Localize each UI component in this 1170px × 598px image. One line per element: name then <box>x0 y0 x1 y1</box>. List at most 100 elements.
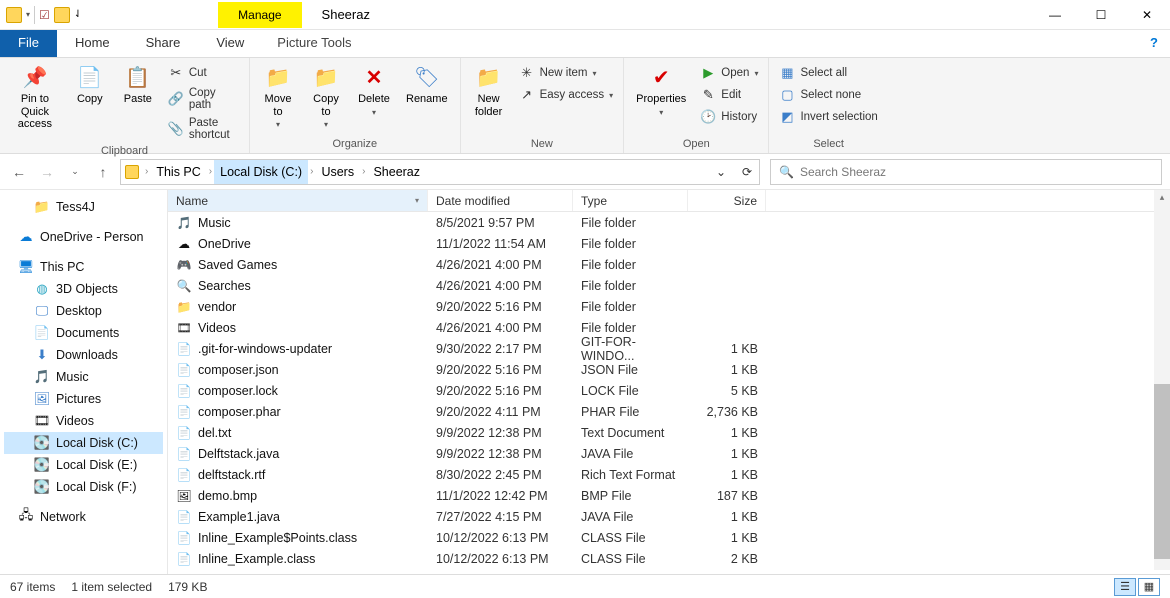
nav-3d-objects[interactable]: ◍3D Objects <box>4 278 163 300</box>
nav-downloads[interactable]: ⬇Downloads <box>4 344 163 366</box>
help-icon[interactable]: ? <box>1138 30 1170 57</box>
copy-path-button[interactable]: 🔗Copy path <box>164 85 243 113</box>
file-size: 1 KB <box>688 468 766 482</box>
file-row[interactable]: 📄Example1.java7/27/2022 4:15 PMJAVA File… <box>168 506 1170 527</box>
file-row[interactable]: 🎮Saved Games4/26/2021 4:00 PMFile folder <box>168 254 1170 275</box>
file-row[interactable]: 📄Inline_Example.class10/12/2022 6:13 PMC… <box>168 548 1170 569</box>
nav-music[interactable]: 🎵Music <box>4 366 163 388</box>
nav-local-disk-c[interactable]: 💽Local Disk (C:) <box>4 432 163 454</box>
breadcrumb-users[interactable]: Users <box>315 160 360 184</box>
column-name[interactable]: Name▾ <box>168 190 428 211</box>
file-list[interactable]: 🎵Music8/5/2021 9:57 PMFile folder☁OneDri… <box>168 212 1170 574</box>
navigation-pane[interactable]: 📁Tess4J ☁OneDrive - Person 🖥This PC ◍3D … <box>0 190 168 574</box>
column-size[interactable]: Size <box>688 190 766 211</box>
tab-view[interactable]: View <box>198 30 262 57</box>
file-row[interactable]: 📄composer.lock9/20/2022 5:16 PMLOCK File… <box>168 380 1170 401</box>
history-dropdown-button[interactable]: ⌄ <box>709 160 733 184</box>
file-row[interactable]: 📁vendor9/20/2022 5:16 PMFile folder <box>168 296 1170 317</box>
checkbox-icon[interactable]: ☑ <box>39 8 50 22</box>
new-item-button[interactable]: ✳New item <box>515 63 618 83</box>
details-view-button[interactable]: ☰ <box>1114 578 1136 596</box>
file-row[interactable]: 📄.git-for-windows-updater9/30/2022 2:17 … <box>168 338 1170 359</box>
tab-file[interactable]: File <box>0 30 57 57</box>
chevron-right-icon[interactable]: › <box>143 166 150 177</box>
nav-videos[interactable]: 🎞Videos <box>4 410 163 432</box>
cut-button[interactable]: ✂Cut <box>164 63 243 83</box>
invert-selection-button[interactable]: ◩Invert selection <box>775 107 881 127</box>
file-size: 1 KB <box>688 447 766 461</box>
properties-button[interactable]: ✔Properties <box>630 60 692 120</box>
recent-locations-button[interactable]: ⌄ <box>64 161 86 183</box>
nav-label: OneDrive - Person <box>40 230 144 244</box>
nav-local-disk-f[interactable]: 💽Local Disk (F:) <box>4 476 163 498</box>
sort-dropdown-icon[interactable]: ▾ <box>415 196 419 205</box>
breadcrumb-sheeraz[interactable]: Sheeraz <box>367 160 426 184</box>
move-to-button[interactable]: 📁Move to <box>256 60 300 132</box>
contextual-tab-label[interactable]: Picture Tools <box>262 30 366 57</box>
nav-pictures[interactable]: 🖼Pictures <box>4 388 163 410</box>
edit-button[interactable]: ✎Edit <box>696 85 762 105</box>
file-row[interactable]: 🎵Music8/5/2021 9:57 PMFile folder <box>168 212 1170 233</box>
scroll-up-button[interactable]: ▴ <box>1154 190 1170 204</box>
file-name: delftstack.rtf <box>198 468 265 482</box>
nav-local-disk-e[interactable]: 💽Local Disk (E:) <box>4 454 163 476</box>
delete-button[interactable]: ✕Delete <box>352 60 396 120</box>
paste-button[interactable]: 📋 Paste <box>116 60 160 109</box>
file-row[interactable]: 🔍Searches4/26/2021 4:00 PMFile folder <box>168 275 1170 296</box>
maximize-button[interactable]: ☐ <box>1078 0 1124 30</box>
paste-shortcut-button[interactable]: 📎Paste shortcut <box>164 115 243 143</box>
icons-view-button[interactable]: ▦ <box>1138 578 1160 596</box>
breadcrumb-local-disk-c[interactable]: Local Disk (C:) <box>214 160 308 184</box>
forward-button[interactable]: → <box>36 161 58 183</box>
open-label: Open <box>721 67 749 79</box>
file-date: 10/12/2022 6:13 PM <box>428 552 573 566</box>
nav-this-pc[interactable]: 🖥This PC <box>4 256 163 278</box>
nav-tess4j[interactable]: 📁Tess4J <box>4 196 163 218</box>
qat-overflow-icon[interactable]: ⇃ <box>74 9 82 20</box>
file-name: Saved Games <box>198 258 277 272</box>
breadcrumb-bar[interactable]: › This PC › Local Disk (C:) › Users › Sh… <box>120 159 760 185</box>
file-row[interactable]: 📄del.txt9/9/2022 12:38 PMText Document1 … <box>168 422 1170 443</box>
up-button[interactable]: ↑ <box>92 161 114 183</box>
nav-documents[interactable]: 📄Documents <box>4 322 163 344</box>
tab-share[interactable]: Share <box>128 30 199 57</box>
copy-button[interactable]: 📄 Copy <box>68 60 112 109</box>
file-row[interactable]: 📄composer.json9/20/2022 5:16 PMJSON File… <box>168 359 1170 380</box>
nav-desktop[interactable]: 🖵Desktop <box>4 300 163 322</box>
nav-network[interactable]: 🖧Network <box>4 506 163 528</box>
chevron-right-icon[interactable]: › <box>360 166 367 177</box>
history-button[interactable]: 🕑History <box>696 107 762 127</box>
file-row[interactable]: 📄composer.phar9/20/2022 4:11 PMPHAR File… <box>168 401 1170 422</box>
qat-dropdown-icon[interactable]: ▾ <box>26 10 30 19</box>
scrollbar[interactable]: ▴ <box>1154 190 1170 570</box>
file-row[interactable]: 🖼demo.bmp11/1/2022 12:42 PMBMP File187 K… <box>168 485 1170 506</box>
file-row[interactable]: 📄delftstack.rtf8/30/2022 2:45 PMRich Tex… <box>168 464 1170 485</box>
tab-home[interactable]: Home <box>57 30 128 57</box>
chevron-right-icon[interactable]: › <box>308 166 315 177</box>
minimize-button[interactable]: — <box>1032 0 1078 30</box>
nav-onedrive[interactable]: ☁OneDrive - Person <box>4 226 163 248</box>
chevron-right-icon[interactable]: › <box>207 166 214 177</box>
file-name: OneDrive <box>198 237 251 251</box>
refresh-button[interactable]: ⟳ <box>735 160 759 184</box>
column-date[interactable]: Date modified <box>428 190 573 211</box>
file-row[interactable]: ☁OneDrive11/1/2022 11:54 AMFile folder <box>168 233 1170 254</box>
new-folder-button[interactable]: 📁New folder <box>467 60 511 121</box>
back-button[interactable]: ← <box>8 161 30 183</box>
select-none-button[interactable]: ▢Select none <box>775 85 881 105</box>
close-button[interactable]: ✕ <box>1124 0 1170 30</box>
pin-to-quick-access-button[interactable]: 📌 Pin to Quick access <box>6 60 64 134</box>
manage-tab[interactable]: Manage <box>218 2 301 28</box>
copy-to-button[interactable]: 📁Copy to <box>304 60 348 132</box>
scroll-thumb[interactable] <box>1154 384 1170 559</box>
rename-button[interactable]: 🏷Rename <box>400 60 454 109</box>
select-all-button[interactable]: ▦Select all <box>775 63 881 83</box>
open-button[interactable]: ▶Open <box>696 63 762 83</box>
easy-access-button[interactable]: ↗Easy access <box>515 85 618 105</box>
file-name: composer.phar <box>198 405 281 419</box>
breadcrumb-this-pc[interactable]: This PC <box>150 160 206 184</box>
file-row[interactable]: 📄Inline_Example$Points.class10/12/2022 6… <box>168 527 1170 548</box>
column-type[interactable]: Type <box>573 190 688 211</box>
search-input[interactable]: 🔍 Search Sheeraz <box>770 159 1162 185</box>
file-row[interactable]: 📄Delftstack.java9/9/2022 12:38 PMJAVA Fi… <box>168 443 1170 464</box>
